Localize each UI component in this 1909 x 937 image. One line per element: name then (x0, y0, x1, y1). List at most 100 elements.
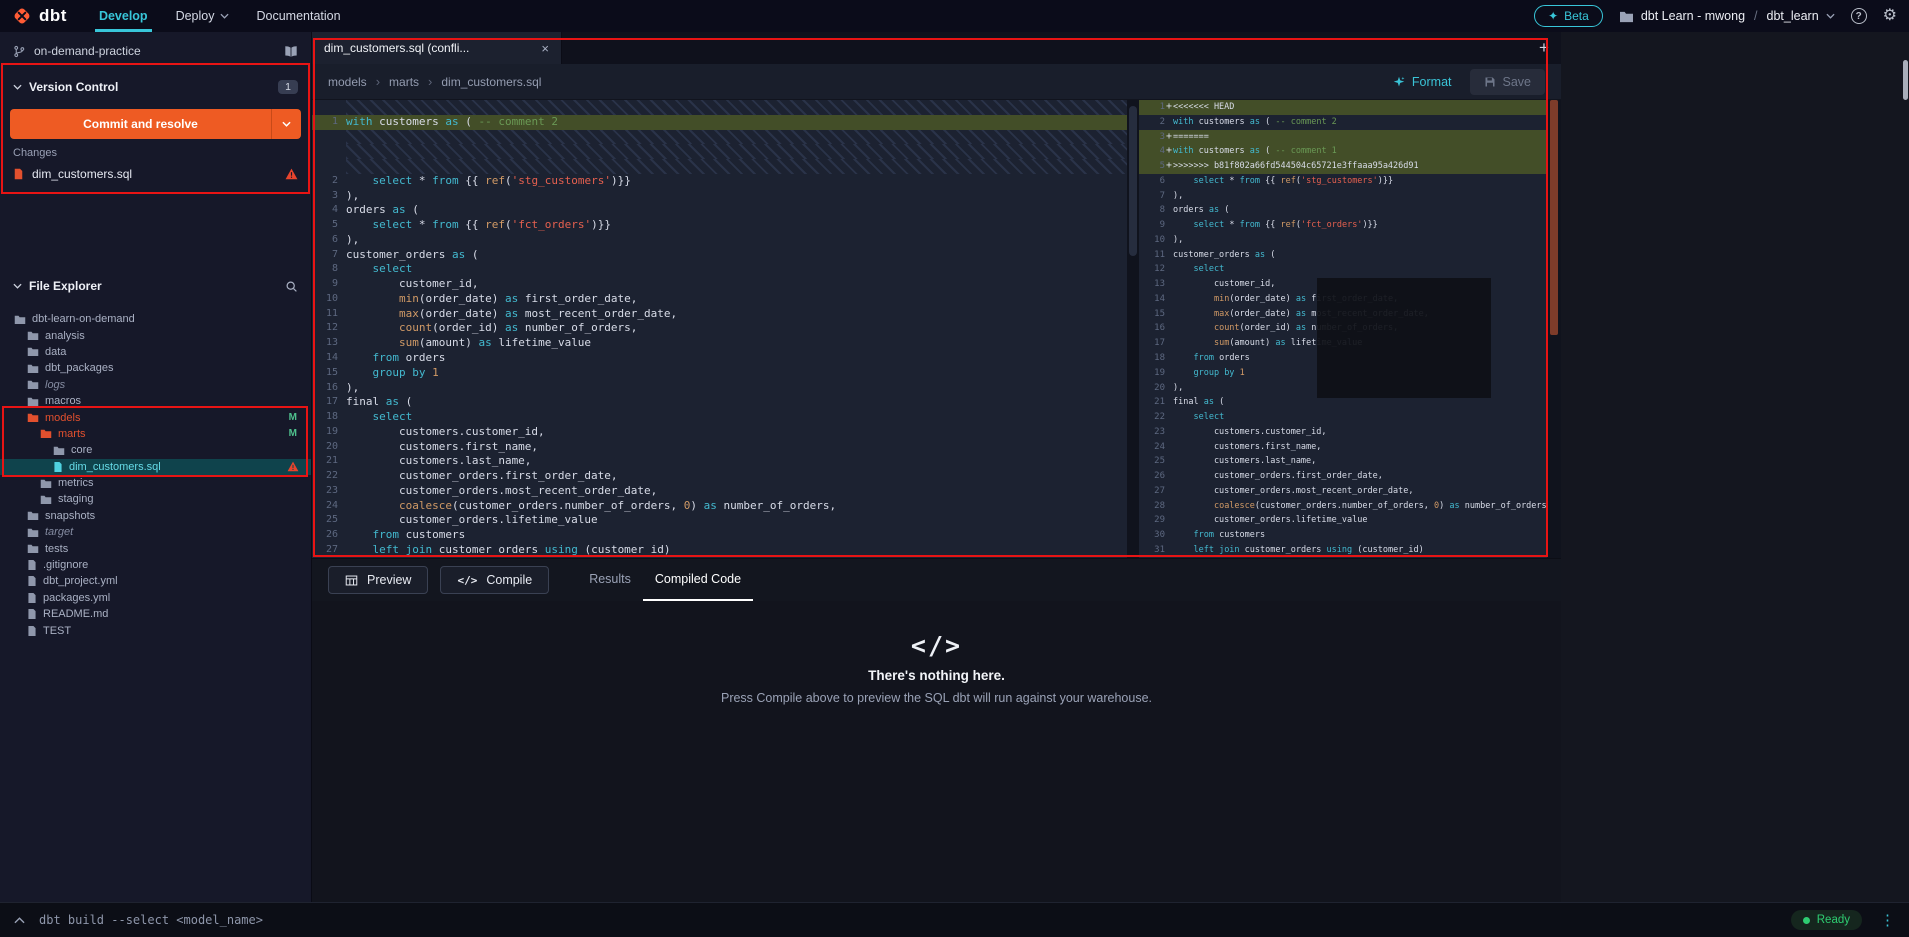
commit-dropdown-caret[interactable] (271, 109, 301, 139)
editor-tab[interactable]: dim_customers.sql (confli... × (312, 32, 562, 64)
code-line: 9 customer_id, (331, 277, 479, 291)
compile-button[interactable]: </> Compile (440, 566, 550, 594)
folder-icon (27, 363, 39, 374)
tree-item-label: macros (45, 395, 82, 408)
command-bar: dbt build --select <model_name> Ready ⋮ (0, 902, 1909, 937)
tree-item-TEST[interactable]: TEST (0, 622, 311, 638)
code-line: 18 select (325, 410, 413, 424)
window-scrollbar-thumb[interactable] (1903, 60, 1908, 100)
kebab-menu-icon[interactable]: ⋮ (1880, 911, 1895, 929)
breadcrumb-models[interactable]: models (328, 75, 367, 89)
breadcrumb-dim_customers.sql[interactable]: dim_customers.sql (441, 75, 541, 89)
file-explorer-header[interactable]: File Explorer (0, 273, 311, 299)
tree-item-README.md[interactable]: README.md (0, 606, 311, 622)
tree-item-tests[interactable]: tests (0, 540, 311, 556)
tab-close-icon[interactable]: × (541, 41, 549, 56)
tree-item-models[interactable]: models M (0, 409, 311, 425)
primary-nav: Develop Deploy Documentation (85, 0, 355, 32)
tree-item-dbt-learn-on-demand[interactable]: dbt-learn-on-demand (0, 311, 311, 327)
nav-develop[interactable]: Develop (85, 0, 162, 32)
chevron-up-icon[interactable] (14, 916, 25, 924)
tree-item-marts[interactable]: marts M (0, 426, 311, 442)
scrollbar-diff-marker[interactable] (1550, 100, 1558, 335)
tree-item-snapshots[interactable]: snapshots (0, 508, 311, 524)
code-editor: 1 with customers as ( -- comment 2 2 selec… (312, 100, 1561, 558)
changed-file-name: dim_customers.sql (32, 167, 133, 181)
changed-file-row[interactable]: dim_customers.sql (0, 163, 311, 185)
code-line: 29 customer_orders.lifetime_value (1154, 515, 1368, 526)
tab-compiled-code[interactable]: Compiled Code (642, 559, 754, 601)
tree-item-dbt_project.yml[interactable]: dbt_project.yml (0, 573, 311, 589)
results-panel: </> There's nothing here. Press Compile … (312, 601, 1561, 902)
code-line: 11 max(order_date) as most_recent_order_… (325, 306, 678, 320)
file-explorer-title: File Explorer (29, 279, 102, 293)
tree-item-metrics[interactable]: metrics (0, 475, 311, 491)
file-icon (27, 592, 37, 604)
pane-divider[interactable] (1127, 100, 1139, 558)
tree-item-label: packages.yml (43, 591, 111, 604)
code-line: 20 customers.first_name, (325, 439, 539, 453)
tree-item-staging[interactable]: staging (0, 491, 311, 507)
redacted-region (1317, 278, 1491, 398)
code-icon: </> (457, 573, 478, 587)
breadcrumb-marts[interactable]: marts (389, 75, 419, 89)
tree-item-data[interactable]: data (0, 344, 311, 360)
code-line: 26 from customers (325, 528, 466, 542)
nav-deploy[interactable]: Deploy (162, 0, 243, 32)
editor-scrollbar[interactable] (1547, 100, 1561, 558)
tab-results[interactable]: Results (577, 559, 643, 601)
chevron-down-icon (1826, 13, 1835, 19)
project-env-separator: / (1754, 9, 1758, 23)
tree-item-dbt_packages[interactable]: dbt_packages (0, 360, 311, 376)
tree-item-label: data (45, 345, 67, 358)
tree-item-label: dbt-learn-on-demand (32, 313, 135, 326)
editor-pane-current[interactable]: 1 with customers as ( -- comment 2 2 selec… (312, 100, 1127, 558)
code-line: 11 customer_orders as ( (1154, 249, 1276, 260)
version-control-title: Version Control (29, 80, 119, 94)
search-icon[interactable] (285, 280, 298, 293)
tree-item-target[interactable]: target (0, 524, 311, 540)
branch-name: on-demand-practice (34, 44, 141, 58)
command-input[interactable]: dbt build --select <model_name> (39, 913, 263, 927)
tree-item-label: .gitignore (43, 559, 89, 572)
code-line: 12 count(order_id) as number_of_orders, (325, 321, 638, 335)
tree-item-label: staging (58, 493, 94, 506)
git-branch-row[interactable]: on-demand-practice (0, 36, 311, 66)
breadcrumb: models › marts › dim_customers.sql (328, 74, 541, 89)
docs-book-icon[interactable] (284, 45, 298, 58)
nav-documentation[interactable]: Documentation (243, 0, 355, 32)
tree-item-logs[interactable]: logs (0, 377, 311, 393)
commit-button-label[interactable]: Commit and resolve (10, 109, 271, 139)
settings-gear-icon[interactable]: ⚙ (1883, 8, 1897, 24)
code-line: 10 min(order_date) as first_order_date, (325, 291, 638, 305)
code-icon-large: </> (910, 631, 963, 660)
commit-and-resolve-button[interactable]: Commit and resolve (10, 109, 301, 139)
project-selector[interactable]: dbt Learn - mwong / dbt_learn (1619, 9, 1835, 23)
tree-item-.gitignore[interactable]: .gitignore (0, 557, 311, 573)
left-pane-scrollbar-thumb[interactable] (1129, 106, 1137, 256)
tree-item-core[interactable]: core (0, 442, 311, 458)
beta-badge[interactable]: ✦ Beta (1534, 5, 1603, 27)
help-icon[interactable]: ? (1850, 8, 1867, 24)
tree-item-macros[interactable]: macros (0, 393, 311, 409)
dbt-logo[interactable]: dbt (12, 6, 67, 26)
tree-item-dim_customers.sql[interactable]: dim_customers.sql (0, 458, 311, 475)
folder-icon (27, 412, 39, 423)
code-line: 2 with customers as ( -- comment 2 (1159, 116, 1337, 127)
format-label: Format (1411, 74, 1452, 89)
preview-button[interactable]: Preview (328, 566, 429, 594)
code-line: 12 select (1154, 264, 1225, 275)
code-line: 24 coalesce(customer_orders.number_of_or… (325, 498, 837, 512)
tree-item-label: target (45, 526, 74, 539)
format-button[interactable]: Format (1393, 75, 1452, 89)
version-control-header[interactable]: Version Control 1 (0, 74, 311, 100)
breadcrumb-bar: models › marts › dim_customers.sql Format Sa… (312, 64, 1561, 100)
code-line: 10), (1154, 234, 1184, 245)
tree-item-analysis[interactable]: analysis (0, 327, 311, 343)
new-tab-button[interactable]: + (1527, 32, 1561, 64)
tree-item-label: dbt_project.yml (43, 575, 118, 588)
code-line: 23 customers.customer_id, (1154, 426, 1327, 437)
save-button[interactable]: Save (1469, 68, 1545, 95)
breadcrumb-separator: › (375, 74, 381, 89)
tree-item-packages.yml[interactable]: packages.yml (0, 590, 311, 606)
